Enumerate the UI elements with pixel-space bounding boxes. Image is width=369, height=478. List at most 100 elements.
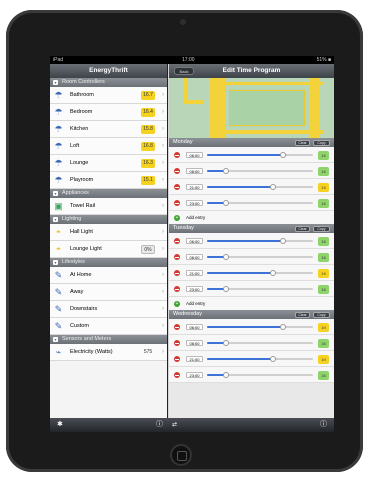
- time-field[interactable]: 06:00: [186, 152, 203, 158]
- sidebar-item[interactable]: ☂ Kitchen 15.8 ›: [50, 121, 167, 138]
- section-header[interactable]: ▾ Appliances: [50, 189, 167, 198]
- time-field[interactable]: 08:00: [186, 254, 203, 260]
- sidebar-item[interactable]: ☂ Loft 16.8 ›: [50, 138, 167, 155]
- add-icon[interactable]: +: [174, 300, 180, 307]
- copy-button[interactable]: Copy: [313, 225, 330, 232]
- collapse-icon[interactable]: ▾: [53, 260, 58, 265]
- temperature-slider[interactable]: [207, 324, 313, 330]
- temperature-slider[interactable]: [207, 238, 313, 244]
- add-icon[interactable]: +: [174, 214, 180, 221]
- day-name: Monday: [173, 139, 193, 145]
- sidebar-item[interactable]: ⌁ Electricity (Watts) 575 ›: [50, 344, 167, 361]
- info-icon[interactable]: ⓘ: [156, 421, 163, 429]
- sidebar-item[interactable]: ☂ Bathroom 16.7 ›: [50, 87, 167, 104]
- delete-entry-icon[interactable]: [174, 152, 180, 158]
- delete-entry-icon[interactable]: [174, 286, 180, 292]
- delete-entry-icon[interactable]: [174, 372, 180, 378]
- collapse-icon[interactable]: ▾: [53, 80, 58, 85]
- temperature-slider[interactable]: [207, 356, 313, 362]
- temperature-slider[interactable]: [207, 254, 313, 260]
- slider-knob[interactable]: [269, 270, 276, 276]
- screen: iPad 17:00 51% ■ EnergyThrift Back Edit …: [50, 56, 334, 432]
- collapse-icon[interactable]: ▾: [53, 337, 58, 342]
- program-entry: 08:00 16: [169, 249, 334, 265]
- section-header[interactable]: ▾ Lighting: [50, 215, 167, 224]
- delete-entry-icon[interactable]: [174, 238, 180, 244]
- collapse-icon[interactable]: ▾: [53, 191, 58, 196]
- slider-knob[interactable]: [280, 324, 287, 330]
- floor-plan-map[interactable]: [169, 78, 334, 138]
- slider-knob[interactable]: [269, 356, 276, 362]
- item-value: 15.1: [141, 176, 155, 185]
- slider-knob[interactable]: [269, 184, 276, 190]
- slider-knob[interactable]: [223, 168, 230, 174]
- slider-fill: [207, 272, 273, 274]
- time-field[interactable]: 21:00: [186, 356, 203, 362]
- delete-entry-icon[interactable]: [174, 184, 180, 190]
- arrow-icon[interactable]: ⇄: [172, 421, 177, 429]
- lifestyle-icon: ✎: [54, 270, 63, 280]
- temperature-badge: 19: [318, 183, 329, 192]
- add-entry-row[interactable]: + Add entry: [169, 211, 334, 224]
- time-field[interactable]: 06:00: [186, 324, 203, 330]
- gear-icon[interactable]: ✱: [57, 421, 63, 429]
- delete-entry-icon[interactable]: [174, 356, 180, 362]
- time-field[interactable]: 06:00: [186, 238, 203, 244]
- delete-entry-icon[interactable]: [174, 168, 180, 174]
- help-icon[interactable]: ⓘ: [320, 421, 327, 429]
- app-title: EnergyThrift: [89, 67, 128, 74]
- temperature-slider[interactable]: [207, 200, 313, 206]
- slider-knob[interactable]: [280, 238, 287, 244]
- sidebar-item[interactable]: ☂ Bedroom 16.4 ›: [50, 104, 167, 121]
- section-header[interactable]: ▾ Room Controllers: [50, 78, 167, 87]
- time-field[interactable]: 08:00: [186, 340, 203, 346]
- slider-knob[interactable]: [223, 372, 230, 378]
- sidebar-item[interactable]: ✎ Away ›: [50, 284, 167, 301]
- sidebar-item[interactable]: ◓ Lounge Light 0% ›: [50, 241, 167, 258]
- slider-knob[interactable]: [223, 200, 230, 206]
- home-button[interactable]: [170, 444, 192, 466]
- time-field[interactable]: 23:00: [186, 200, 203, 206]
- time-field[interactable]: 23:00: [186, 286, 203, 292]
- time-field[interactable]: 21:00: [186, 184, 203, 190]
- sidebar-item[interactable]: ✎ Custom ›: [50, 318, 167, 335]
- sidebar-item[interactable]: ☂ Lounge 16.3 ›: [50, 155, 167, 172]
- sidebar-item[interactable]: ✎ Downstairs ›: [50, 301, 167, 318]
- temperature-slider[interactable]: [207, 152, 313, 158]
- temperature-slider[interactable]: [207, 270, 313, 276]
- chevron-right-icon: ›: [162, 203, 164, 209]
- temperature-slider[interactable]: [207, 340, 313, 346]
- time-field[interactable]: 23:00: [186, 372, 203, 378]
- section-header[interactable]: ▾ Lifestyles: [50, 258, 167, 267]
- delete-entry-icon[interactable]: [174, 324, 180, 330]
- add-entry-row[interactable]: + Add entry: [169, 297, 334, 310]
- delete-entry-icon[interactable]: [174, 340, 180, 346]
- time-field[interactable]: 08:00: [186, 168, 203, 174]
- slider-knob[interactable]: [280, 152, 287, 158]
- camera: [180, 19, 186, 25]
- slider-knob[interactable]: [223, 340, 230, 346]
- slider-knob[interactable]: [223, 286, 230, 292]
- back-button[interactable]: Back: [174, 67, 194, 75]
- temperature-slider[interactable]: [207, 372, 313, 378]
- collapse-icon[interactable]: ▾: [53, 217, 58, 222]
- sidebar-item[interactable]: ✎ At Home ›: [50, 267, 167, 284]
- temperature-slider[interactable]: [207, 286, 313, 292]
- sidebar-item[interactable]: ◓ Hall Light ›: [50, 224, 167, 241]
- section-header[interactable]: ▾ Sensors and Meters: [50, 335, 167, 344]
- delete-entry-icon[interactable]: [174, 200, 180, 206]
- copy-button[interactable]: Copy: [313, 139, 330, 146]
- sidebar-item[interactable]: ☂ Playroom 15.1 ›: [50, 172, 167, 189]
- slider-knob[interactable]: [223, 254, 230, 260]
- clear-button[interactable]: Clear: [295, 139, 310, 146]
- delete-entry-icon[interactable]: [174, 270, 180, 276]
- sidebar-item[interactable]: ▣ Towel Rail ›: [50, 198, 167, 215]
- temperature-slider[interactable]: [207, 184, 313, 190]
- delete-entry-icon[interactable]: [174, 254, 180, 260]
- temperature-badge: 16: [318, 285, 329, 294]
- copy-button[interactable]: Copy: [313, 311, 330, 318]
- temperature-slider[interactable]: [207, 168, 313, 174]
- clear-button[interactable]: Clear: [295, 225, 310, 232]
- time-field[interactable]: 21:00: [186, 270, 203, 276]
- clear-button[interactable]: Clear: [295, 311, 310, 318]
